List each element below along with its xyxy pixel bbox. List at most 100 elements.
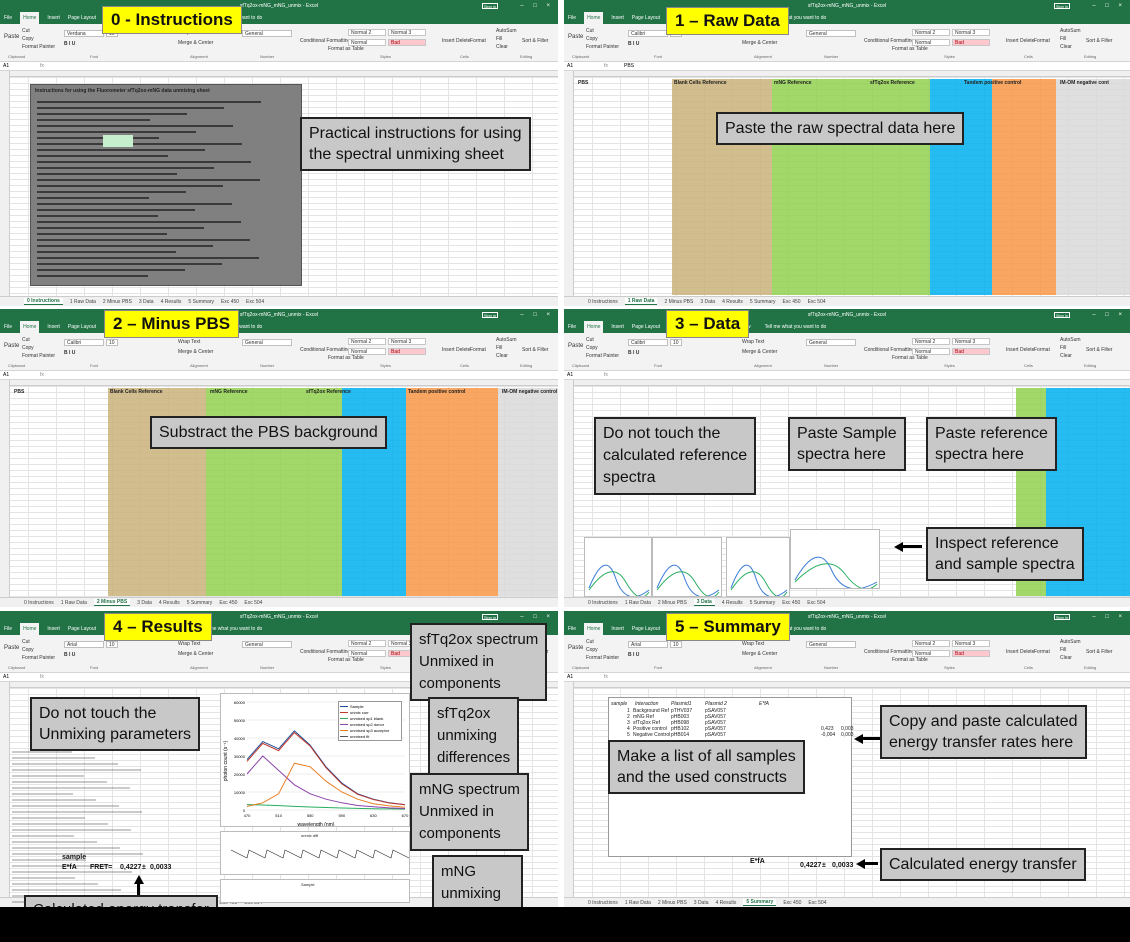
ribbon-tab-file[interactable]: File <box>568 626 576 632</box>
style-bad[interactable]: Bad <box>952 348 990 355</box>
style-normal[interactable]: Normal <box>912 39 950 46</box>
column-headers[interactable] <box>0 380 558 386</box>
formula-input[interactable]: PBS <box>624 63 634 69</box>
sheet-tab-1[interactable]: 0 Instructions <box>588 900 618 906</box>
row-headers[interactable] <box>564 380 574 597</box>
style-normal-3[interactable]: Normal 3 <box>388 338 426 345</box>
sheet-tab-7[interactable]: Exc 450 <box>782 299 800 305</box>
sheet-tab-6[interactable]: 5 Summary <box>750 600 776 606</box>
sheet-tab-6[interactable]: 5 Summary <box>188 299 214 305</box>
parameter-row[interactable] <box>12 847 120 849</box>
format-painter-button[interactable]: Format Painter <box>22 44 55 50</box>
font-size-box[interactable]: 10 <box>670 641 682 648</box>
cut-button[interactable]: Cut <box>586 337 594 343</box>
conditional-formatting-button[interactable]: Conditional Formatting <box>864 347 914 353</box>
ribbon-tab-insert[interactable]: Insert <box>47 324 60 330</box>
style-normal[interactable]: Normal <box>912 650 950 657</box>
sheet-tab-4[interactable]: 3 Data <box>139 299 154 305</box>
parameter-row[interactable] <box>12 889 121 891</box>
ribbon-tab-file[interactable]: File <box>568 15 576 21</box>
conditional-formatting-button[interactable]: Conditional Formatting <box>864 649 914 655</box>
sheet-tab-1[interactable]: 0 Instructions <box>588 299 618 305</box>
autosum-button[interactable]: AutoSum <box>1060 337 1081 343</box>
parameter-row[interactable] <box>12 871 132 873</box>
paste-button[interactable]: Paste <box>4 343 19 349</box>
row-headers[interactable] <box>564 682 574 897</box>
parameter-row[interactable] <box>12 763 118 765</box>
sheet-tab-1[interactable]: 0 Instructions <box>24 298 63 305</box>
parameter-row[interactable] <box>12 877 75 879</box>
parameter-row[interactable] <box>12 769 141 771</box>
red-value-row[interactable] <box>574 395 794 399</box>
ribbon-tab-page-layout[interactable]: Page Layout <box>68 324 96 330</box>
style-normal-3[interactable]: Normal 3 <box>388 29 426 36</box>
wrap-text-button[interactable]: Wrap Text <box>178 339 200 345</box>
format-cells-button[interactable]: Format <box>1034 649 1050 655</box>
summary-cell[interactable]: pHB014 <box>671 732 689 738</box>
fill-button[interactable]: Fill <box>496 345 502 351</box>
clear-button[interactable]: Clear <box>1060 44 1072 50</box>
ribbon-tab-insert[interactable]: Insert <box>611 626 624 632</box>
wrap-text-button[interactable]: Wrap Text <box>178 641 200 647</box>
row-headers[interactable] <box>0 71 10 296</box>
insert-cells-button[interactable]: Insert <box>442 347 455 353</box>
ribbon-tab-page-layout[interactable]: Page Layout <box>632 15 660 21</box>
insert-cells-button[interactable]: Insert <box>1006 347 1019 353</box>
data-column-block[interactable] <box>1056 79 1130 295</box>
style-normal-3[interactable]: Normal 3 <box>952 640 990 647</box>
merge-center-button[interactable]: Merge & Center <box>742 651 777 657</box>
cut-button[interactable]: Cut <box>586 639 594 645</box>
paste-button[interactable]: Paste <box>4 645 19 651</box>
name-box[interactable]: A1 <box>567 63 573 69</box>
summary-cell[interactable]: Negative Control <box>633 732 670 738</box>
style-normal-2[interactable]: Normal 2 <box>912 640 950 647</box>
column-headers[interactable] <box>564 380 1130 386</box>
conditional-formatting-button[interactable]: Conditional Formatting <box>864 38 914 44</box>
format-painter-button[interactable]: Format Painter <box>586 353 619 359</box>
sheet-tab-1[interactable]: 0 Instructions <box>588 600 618 606</box>
sheet-tab-5[interactable]: 4 Results <box>716 900 737 906</box>
sheet-tab-6[interactable]: 5 Summary <box>743 899 777 906</box>
ribbon-tab-home[interactable]: Home <box>584 12 604 24</box>
sheet-tab-8[interactable]: Exc 504 <box>246 299 264 305</box>
conditional-formatting-button[interactable]: Conditional Formatting <box>300 347 350 353</box>
copy-button[interactable]: Copy <box>22 36 34 42</box>
insert-cells-button[interactable]: Insert <box>442 38 455 44</box>
sheet-tab-7[interactable]: Exc 450 <box>221 299 239 305</box>
red-value-row[interactable] <box>574 497 794 501</box>
sheet-tab-4[interactable]: 3 Data <box>137 600 152 606</box>
sheet-tab-2[interactable]: 1 Raw Data <box>625 600 651 606</box>
sheet-tab-5[interactable]: 4 Results <box>159 600 180 606</box>
bold-button[interactable]: B I U <box>628 652 639 658</box>
number-format-box[interactable]: General <box>806 641 856 648</box>
font-size-box[interactable]: 10 <box>106 339 118 346</box>
spectrum-preview-chart[interactable] <box>726 537 790 598</box>
delete-cells-button[interactable]: Delete <box>1020 347 1034 353</box>
format-as-table-button[interactable]: Format as Table <box>892 46 928 52</box>
style-normal-3[interactable]: Normal 3 <box>952 29 990 36</box>
format-as-table-button[interactable]: Format as Table <box>328 657 364 663</box>
font-name-box[interactable]: Calibri <box>64 339 104 346</box>
ribbon-tab-insert[interactable]: Insert <box>47 15 60 21</box>
spectrum-preview-chart[interactable] <box>652 537 722 598</box>
sign-in-button[interactable]: Sign in <box>482 614 498 620</box>
summary-error-cell[interactable]: 0,003 <box>841 732 854 738</box>
window-controls[interactable]: – □ × <box>1092 0 1126 12</box>
ribbon-tab-home[interactable]: Home <box>20 12 40 24</box>
sort-filter-button[interactable]: Sort & Filter <box>522 347 548 353</box>
sheet-tab-7[interactable]: Exc 450 <box>783 900 801 906</box>
number-format-box[interactable]: General <box>806 30 856 37</box>
ribbon-tab-page-layout[interactable]: Page Layout <box>632 324 660 330</box>
name-box[interactable]: A1 <box>3 63 9 69</box>
font-name-box[interactable]: Calibri <box>628 30 668 37</box>
sheet-tab-8[interactable]: Exc 504 <box>244 600 262 606</box>
copy-button[interactable]: Copy <box>586 36 598 42</box>
sheet-tab-2[interactable]: 1 Raw Data <box>624 298 658 305</box>
style-normal[interactable]: Normal <box>348 39 386 46</box>
sheet-tab-7[interactable]: Exc 450 <box>782 600 800 606</box>
style-normal-3[interactable]: Normal 3 <box>952 338 990 345</box>
wrap-text-button[interactable]: Wrap Text <box>742 339 764 345</box>
parameter-row[interactable] <box>12 817 85 819</box>
sheet-tab-3[interactable]: 2 Minus PBS <box>103 299 132 305</box>
format-painter-button[interactable]: Format Painter <box>586 44 619 50</box>
